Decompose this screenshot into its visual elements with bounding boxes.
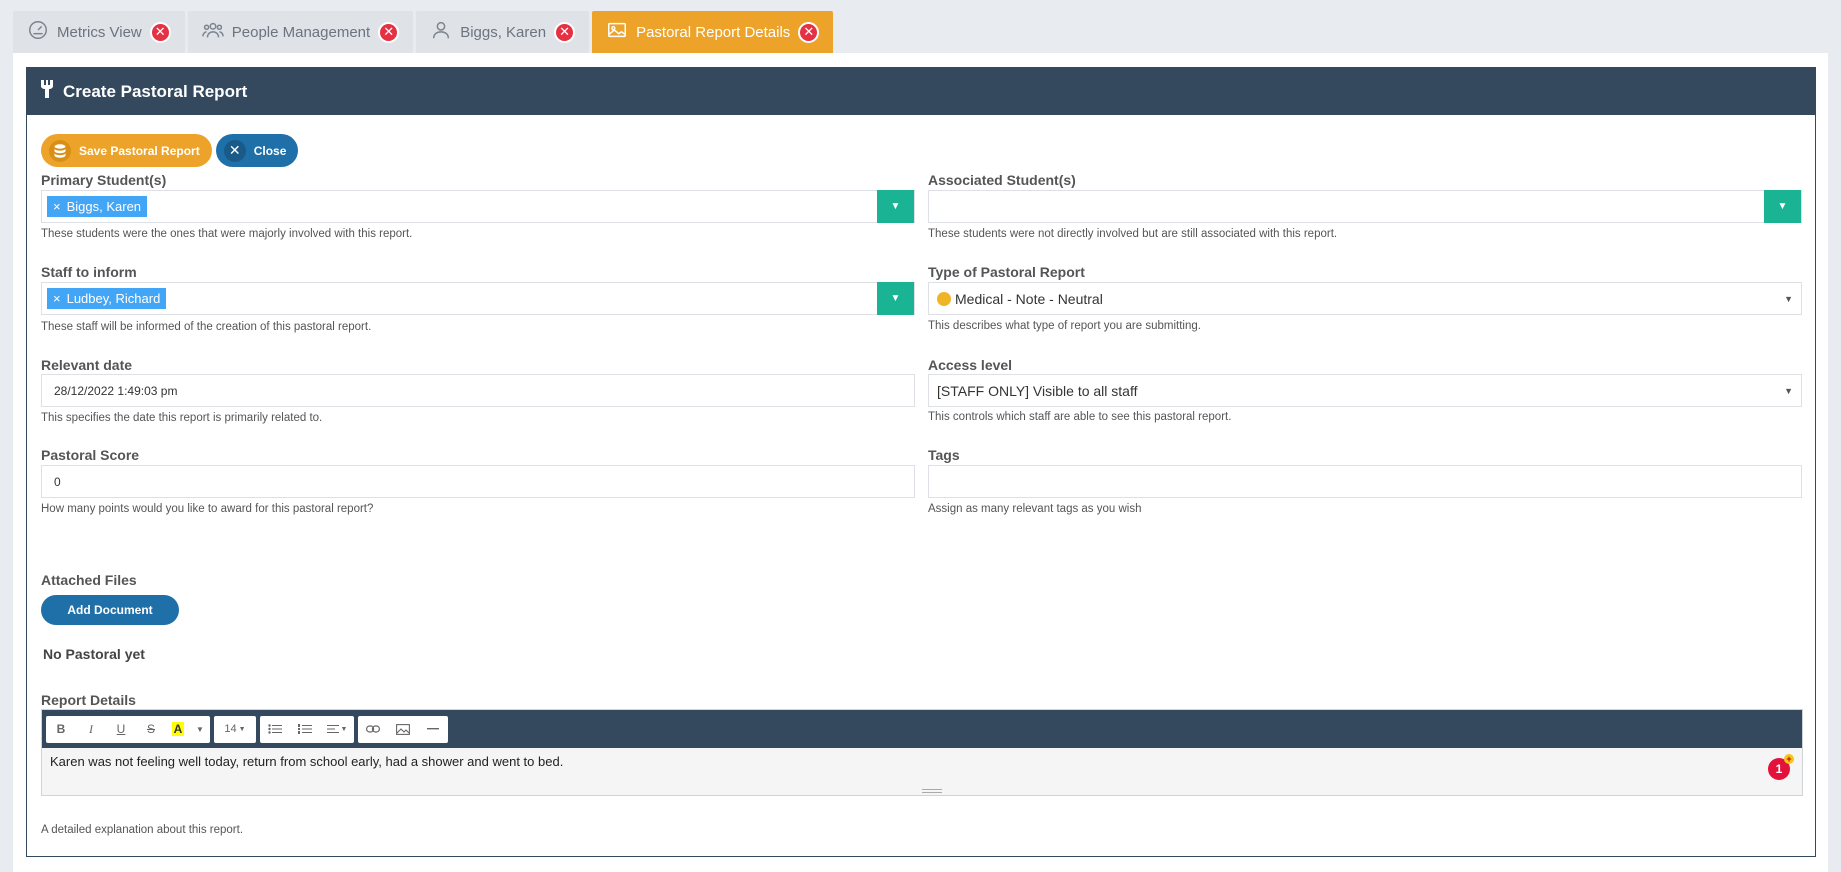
tab-pastoral-report-details[interactable]: Pastoral Report Details ✕ [592, 11, 834, 53]
image-icon [606, 19, 628, 45]
editor-toolbar: B I U S A ▼ 14 ▼ ▼ [42, 710, 1802, 748]
align-icon[interactable]: ▼ [320, 716, 354, 743]
pastoral-score-input[interactable]: 0 [41, 465, 915, 498]
report-type-select[interactable]: Medical - Note - Neutral ▼ [928, 282, 1802, 315]
tags-help: Assign as many relevant tags as you wish [928, 503, 1142, 515]
tab-metrics-view[interactable]: Metrics View ✕ [13, 11, 185, 53]
action-buttons: Save Pastoral Report ✕ Close [41, 134, 299, 167]
card-header: Create Pastoral Report [27, 68, 1815, 115]
highlight-icon[interactable]: A [166, 716, 190, 743]
list-group: ▼ [260, 715, 354, 743]
italic-icon[interactable]: I [76, 716, 106, 743]
plus-icon: + [1784, 754, 1794, 764]
save-label: Save Pastoral Report [79, 143, 200, 158]
primary-students-label: Primary Student(s) [41, 172, 167, 188]
pastoral-report-card: Create Pastoral Report Save Pastoral Rep… [26, 67, 1816, 857]
tags-label: Tags [928, 447, 960, 463]
staff-inform-select[interactable]: × Ludbey, Richard ▼ [41, 282, 915, 315]
resize-handle[interactable] [922, 789, 942, 793]
relevant-date-help: This specifies the date this report is p… [41, 412, 323, 424]
content-panel: Create Pastoral Report Save Pastoral Rep… [13, 53, 1828, 872]
pastoral-score-help: How many points would you like to award … [41, 503, 374, 515]
bullet-list-icon[interactable] [260, 716, 290, 743]
remove-chip-icon[interactable]: × [53, 291, 61, 306]
report-type-label: Type of Pastoral Report [928, 264, 1085, 280]
no-attachments-text: No Pastoral yet [43, 646, 145, 662]
associated-students-label: Associated Student(s) [928, 172, 1076, 188]
add-document-button[interactable]: Add Document [41, 595, 179, 625]
relevant-date-label: Relevant date [41, 357, 133, 373]
pastoral-score-label: Pastoral Score [41, 447, 140, 463]
insert-group [358, 715, 448, 743]
format-group: B I U S A ▼ [46, 715, 210, 743]
staff-chip[interactable]: × Ludbey, Richard [47, 288, 167, 309]
staff-inform-help: These staff will be informed of the crea… [41, 321, 372, 333]
strikethrough-icon[interactable]: S [136, 716, 166, 743]
tab-label: People Management [231, 23, 371, 41]
report-details-text: Karen was not feeling well today, return… [50, 754, 564, 769]
dropdown-button[interactable]: ▼ [877, 190, 914, 223]
database-icon [49, 139, 71, 162]
pastoral-icon [39, 80, 55, 103]
tab-label: Biggs, Karen [460, 23, 547, 41]
save-pastoral-report-button[interactable]: Save Pastoral Report [41, 134, 212, 167]
font-size-group: 14 ▼ [214, 715, 256, 743]
chevron-down-icon[interactable]: ▼ [190, 716, 210, 743]
report-details-label: Report Details [41, 692, 136, 708]
font-size-dropdown[interactable]: 14 ▼ [214, 716, 256, 743]
tab-label: Metrics View [57, 23, 142, 41]
x-icon: ✕ [223, 139, 246, 162]
tab-label: Pastoral Report Details [636, 23, 791, 41]
report-details-textarea[interactable]: Karen was not feeling well today, return… [42, 748, 1802, 795]
add-document-label: Add Document [67, 603, 153, 617]
primary-students-help: These students were the ones that were m… [41, 228, 413, 240]
staff-inform-label: Staff to inform [41, 264, 137, 280]
chip-label: Biggs, Karen [66, 199, 142, 214]
dropdown-button[interactable]: ▼ [1764, 190, 1801, 223]
users-icon [201, 19, 224, 45]
chip-label: Ludbey, Richard [66, 291, 161, 306]
access-level-value: [STAFF ONLY] Visible to all staff [937, 382, 1138, 399]
link-icon[interactable] [358, 716, 388, 743]
pastoral-score-value: 0 [54, 474, 61, 489]
report-type-value: Medical - Note - Neutral [955, 290, 1103, 307]
associated-students-select[interactable]: ▼ [928, 190, 1802, 223]
underline-icon[interactable]: U [106, 716, 136, 743]
caret-down-icon: ▼ [1784, 386, 1793, 396]
relevant-date-value: 28/12/2022 1:49:03 pm [54, 383, 178, 398]
report-details-help: A detailed explanation about this report… [41, 824, 244, 836]
tab-bar: Metrics View ✕ People Management ✕ Biggs… [13, 11, 834, 53]
close-icon[interactable]: ✕ [554, 21, 576, 43]
bold-icon[interactable]: B [46, 716, 76, 743]
report-type-help: This describes what type of report you a… [928, 320, 1201, 332]
relevant-date-input[interactable]: 28/12/2022 1:49:03 pm [41, 374, 915, 407]
numbered-list-icon[interactable] [290, 716, 320, 743]
user-icon [430, 19, 452, 45]
image-insert-icon[interactable] [388, 716, 418, 743]
status-dot-icon [937, 291, 951, 306]
dropdown-button[interactable]: ▼ [877, 282, 914, 315]
close-icon[interactable]: ✕ [798, 21, 820, 43]
close-label: Close [253, 143, 287, 158]
access-level-label: Access level [928, 357, 1013, 373]
notification-badge[interactable]: 1 + [1768, 754, 1794, 780]
card-title: Create Pastoral Report [63, 81, 248, 101]
attached-files-label: Attached Files [41, 572, 137, 588]
primary-students-select[interactable]: × Biggs, Karen ▼ [41, 190, 915, 223]
remove-chip-icon[interactable]: × [53, 199, 61, 214]
close-button[interactable]: ✕ Close [215, 134, 299, 167]
tab-biggs-karen[interactable]: Biggs, Karen ✕ [416, 11, 590, 53]
access-level-select[interactable]: [STAFF ONLY] Visible to all staff ▼ [928, 374, 1802, 407]
associated-students-help: These students were not directly involve… [928, 228, 1338, 240]
access-level-help: This controls which staff are able to se… [928, 411, 1232, 423]
report-details-editor: B I U S A ▼ 14 ▼ ▼ Karen was not feeling… [41, 709, 1803, 796]
horizontal-rule-icon[interactable] [418, 716, 448, 743]
tab-people-management[interactable]: People Management ✕ [187, 11, 414, 53]
caret-down-icon: ▼ [1784, 294, 1793, 304]
close-icon[interactable]: ✕ [149, 21, 171, 43]
gauge-icon [27, 19, 49, 45]
student-chip[interactable]: × Biggs, Karen [47, 196, 148, 217]
tags-input[interactable] [928, 465, 1802, 498]
close-icon[interactable]: ✕ [378, 21, 400, 43]
